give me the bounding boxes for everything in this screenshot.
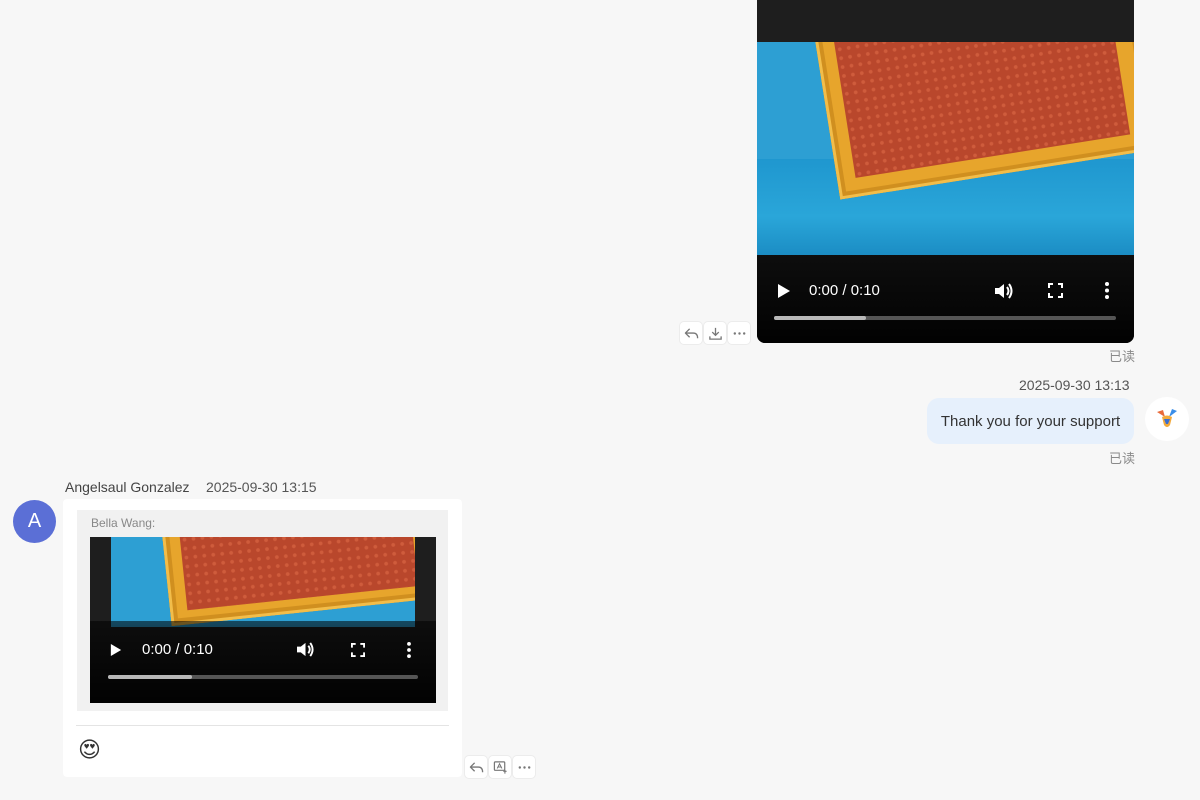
more-button[interactable] — [513, 756, 535, 778]
more-options-icon[interactable] — [407, 642, 411, 658]
video-time: 0:00 / 0:10 — [142, 641, 213, 658]
message-text: Thank you for your support — [940, 412, 1121, 430]
play-icon[interactable] — [110, 643, 122, 657]
read-status: 已读 — [1109, 451, 1136, 466]
avatar[interactable]: A — [13, 500, 56, 543]
reply-button[interactable] — [465, 756, 487, 778]
bird-logo-icon — [1157, 409, 1177, 427]
sender-name: Angelsaul Gonzalez — [65, 479, 190, 495]
video-controls: 0:00 / 0:10 — [757, 255, 1134, 343]
fullscreen-icon[interactable] — [1048, 283, 1063, 298]
download-icon — [708, 327, 722, 340]
translate-icon — [493, 760, 507, 774]
translate-button[interactable] — [489, 756, 511, 778]
avatar[interactable] — [1145, 397, 1189, 441]
video-progress-bar[interactable] — [108, 675, 418, 679]
video-frame — [111, 537, 415, 627]
reply-icon — [469, 761, 483, 772]
video-progress-bar[interactable] — [774, 316, 1116, 320]
reply-button[interactable] — [680, 322, 702, 344]
more-icon — [518, 765, 530, 769]
volume-icon[interactable] — [994, 282, 1014, 300]
video-time: 0:00 / 0:10 — [809, 282, 880, 299]
more-button[interactable] — [728, 322, 750, 344]
message-card: Bella Wang: 0:00 / 0:10 😍 — [63, 499, 462, 777]
more-options-icon[interactable] — [1105, 282, 1109, 299]
play-icon[interactable] — [777, 283, 791, 299]
quoted-message[interactable]: Bella Wang: 0:00 / 0:10 — [77, 510, 448, 711]
avatar-letter: A — [27, 510, 42, 532]
video-buffered — [774, 316, 867, 320]
quoted-video-player[interactable]: 0:00 / 0:10 — [90, 537, 436, 703]
read-status: 已读 — [1109, 349, 1136, 364]
message-bubble[interactable]: Thank you for your support — [927, 398, 1134, 444]
video-frame — [757, 42, 1134, 255]
video-controls: 0:00 / 0:10 — [90, 621, 436, 703]
quote-author: Bella Wang: — [91, 516, 156, 530]
fullscreen-icon[interactable] — [351, 643, 365, 657]
emoji-message: 😍 — [78, 737, 101, 762]
divider — [76, 725, 449, 726]
message-timestamp: 2025-09-30 13:15 — [206, 479, 317, 495]
more-icon — [733, 331, 745, 335]
video-buffered — [108, 675, 192, 679]
volume-icon[interactable] — [296, 641, 315, 658]
download-button[interactable] — [704, 322, 726, 344]
message-timestamp: 2025-09-30 13:13 — [1019, 377, 1130, 393]
reply-icon — [684, 327, 698, 338]
outgoing-video-player[interactable]: 0:00 / 0:10 — [757, 0, 1134, 343]
